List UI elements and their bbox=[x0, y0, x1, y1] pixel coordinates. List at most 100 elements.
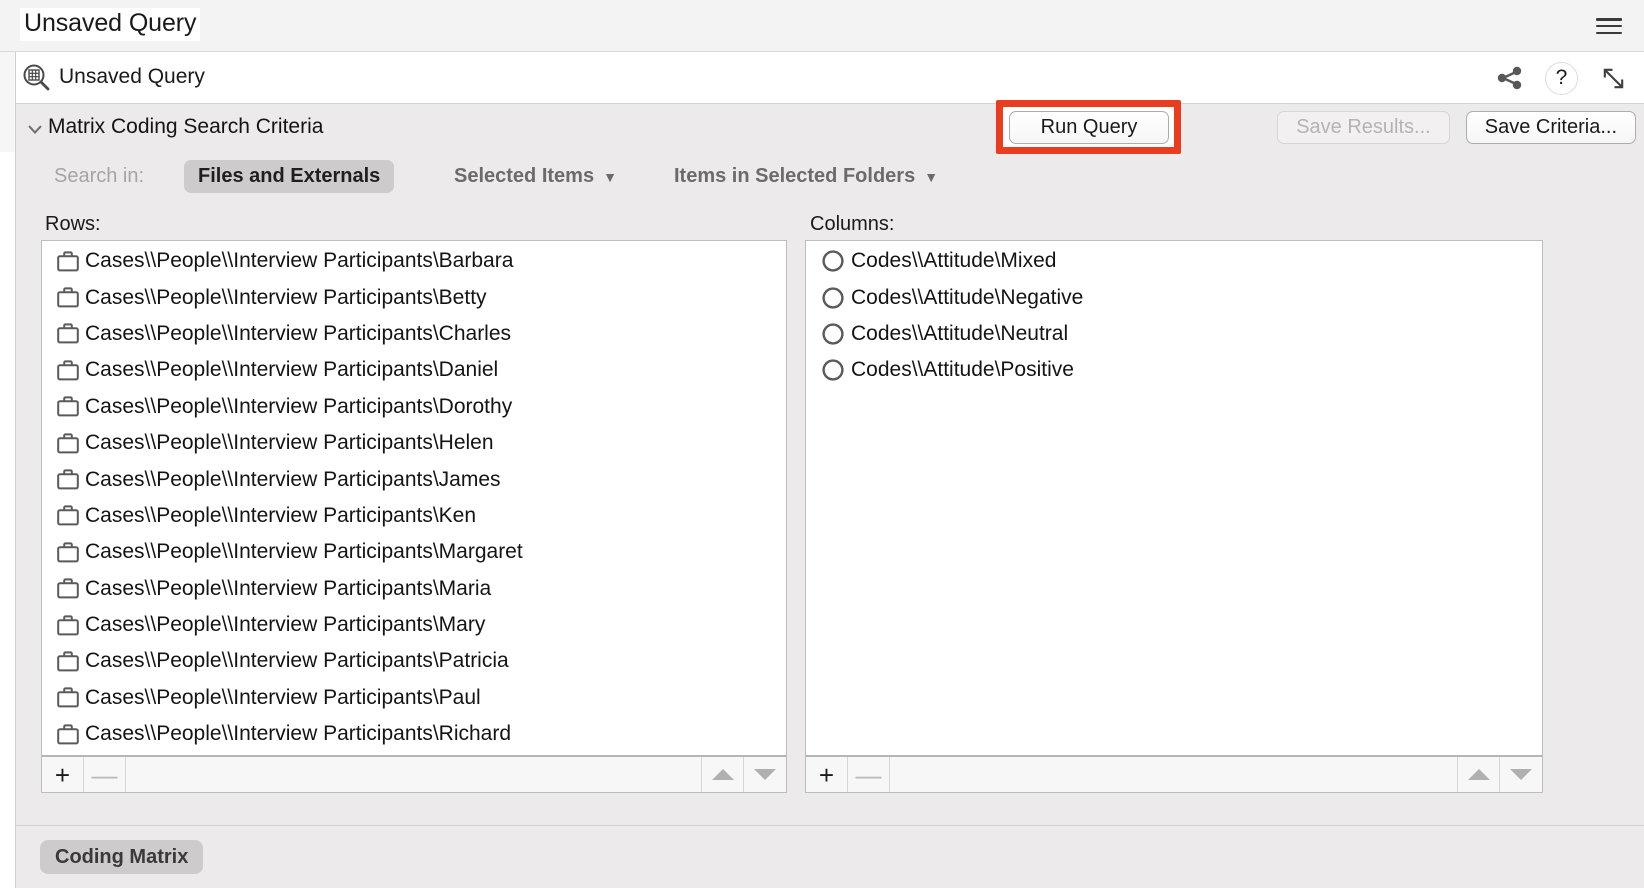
columns-move-up-button[interactable] bbox=[1458, 757, 1500, 792]
list-item[interactable]: Cases\\People\\Interview Participants\Ma… bbox=[42, 534, 786, 570]
search-scope-items-in-selected-folders[interactable]: Items in Selected Folders ▼ bbox=[660, 160, 952, 193]
search-in-row: Search in: Files and Externals Selected … bbox=[16, 158, 1644, 202]
case-icon bbox=[57, 360, 79, 381]
list-item[interactable]: Codes\\Attitude\Mixed bbox=[806, 243, 1542, 279]
triangle-down-icon bbox=[1510, 769, 1532, 780]
case-icon bbox=[57, 505, 79, 526]
columns-toolbar-spacer bbox=[890, 757, 1458, 792]
criteria-buttons: Save Results... Save Criteria... bbox=[1088, 111, 1636, 144]
case-icon bbox=[57, 251, 79, 272]
case-icon bbox=[57, 614, 79, 635]
run-query-button-wrapper: Run Query bbox=[1009, 111, 1169, 144]
document-header-actions: ? bbox=[1493, 61, 1630, 95]
search-in-label: Search in: bbox=[54, 165, 145, 187]
list-item-label: Cases\\People\\Interview Participants\He… bbox=[85, 431, 494, 455]
list-item[interactable]: Cases\\People\\Interview Participants\Ch… bbox=[42, 316, 786, 352]
search-scope-files-and-externals[interactable]: Files and Externals bbox=[184, 160, 395, 193]
list-item[interactable]: Cases\\People\\Interview Participants\Ma… bbox=[42, 607, 786, 643]
save-results-button[interactable]: Save Results... bbox=[1277, 111, 1450, 144]
case-icon bbox=[57, 687, 79, 708]
document-title: Unsaved Query bbox=[59, 65, 205, 88]
rows-list[interactable]: Cases\\People\\Interview Participants\Ba… bbox=[41, 240, 787, 758]
list-item-label: Cases\\People\\Interview Participants\Ch… bbox=[85, 321, 512, 345]
search-scope-selected-items[interactable]: Selected Items ▼ bbox=[440, 160, 631, 193]
search-scope-label: Files and Externals bbox=[198, 165, 381, 187]
list-item-label: Cases\\People\\Interview Participants\Ri… bbox=[85, 722, 512, 746]
list-item-label: Cases\\People\\Interview Participants\Ma… bbox=[85, 576, 492, 600]
list-item-label: Cases\\People\\Interview Participants\Ma… bbox=[85, 613, 486, 637]
case-icon bbox=[57, 433, 79, 454]
chevron-down-icon[interactable] bbox=[24, 118, 46, 140]
share-icon[interactable] bbox=[1493, 61, 1527, 95]
list-item-label: Codes\\Attitude\Positive bbox=[851, 358, 1074, 382]
columns-move-down-button[interactable] bbox=[1500, 757, 1542, 792]
list-item[interactable]: Codes\\Attitude\Neutral bbox=[806, 316, 1542, 352]
triangle-up-icon bbox=[1467, 769, 1490, 780]
rows-list-toolbar: + — bbox=[41, 755, 787, 793]
tab-label: Coding Matrix bbox=[55, 845, 189, 868]
query-window: Unsaved Query Unsaved Query ? Matrix Cod… bbox=[0, 0, 1644, 888]
case-icon bbox=[57, 469, 79, 490]
rows-toolbar-spacer bbox=[126, 757, 702, 792]
criteria-title: Matrix Coding Search Criteria bbox=[48, 115, 324, 138]
list-item-label: Cases\\People\\Interview Participants\Pa… bbox=[85, 685, 481, 709]
criteria-bar: Matrix Coding Search Criteria Save Resul… bbox=[16, 104, 1644, 154]
run-query-button[interactable]: Run Query bbox=[1009, 111, 1169, 144]
columns-remove-button[interactable]: — bbox=[848, 757, 890, 792]
list-item[interactable]: Cases\\People\\Interview Participants\Pa… bbox=[42, 680, 786, 716]
rows-remove-button[interactable]: — bbox=[84, 757, 126, 792]
save-criteria-button[interactable]: Save Criteria... bbox=[1465, 111, 1636, 144]
list-item[interactable]: Cases\\People\\Interview Participants\Ri… bbox=[42, 716, 786, 752]
list-item[interactable]: Codes\\Attitude\Negative bbox=[806, 279, 1542, 315]
list-item[interactable]: Cases\\People\\Interview Participants\Pa… bbox=[42, 643, 786, 679]
list-item-label: Cases\\People\\Interview Participants\Ja… bbox=[85, 467, 501, 491]
code-icon bbox=[822, 286, 844, 309]
list-item[interactable]: Cases\\People\\Interview Participants\Ma… bbox=[42, 571, 786, 607]
list-item[interactable]: Cases\\People\\Interview Participants\Ba… bbox=[42, 243, 786, 279]
list-item[interactable]: Cases\\People\\Interview Participants\Be… bbox=[42, 279, 786, 315]
list-item[interactable]: Cases\\People\\Interview Participants\Do… bbox=[42, 389, 786, 425]
list-item-label: Cases\\People\\Interview Participants\Ba… bbox=[85, 249, 514, 273]
search-scope-label: Items in Selected Folders bbox=[674, 165, 916, 187]
code-icon bbox=[822, 323, 844, 345]
adjacent-panel-edge-shade bbox=[0, 52, 15, 152]
list-item-label: Cases\\People\\Interview Participants\Ke… bbox=[85, 503, 477, 527]
list-item-label: Codes\\Attitude\Mixed bbox=[851, 249, 1057, 273]
bottom-tab-bar: Coding Matrix bbox=[16, 825, 1644, 888]
expand-icon[interactable] bbox=[1596, 61, 1630, 95]
rows-move-down-button[interactable] bbox=[744, 757, 786, 792]
window-title: Unsaved Query bbox=[20, 8, 201, 41]
chevron-down-icon: ▼ bbox=[924, 168, 939, 185]
columns-add-button[interactable]: + bbox=[806, 757, 848, 792]
columns-list-toolbar: + — bbox=[805, 755, 1543, 793]
rows-move-up-button[interactable] bbox=[702, 757, 744, 792]
list-item-label: Cases\\People\\Interview Participants\Do… bbox=[85, 394, 513, 418]
rows-label: Rows: bbox=[45, 213, 101, 235]
list-item-label: Codes\\Attitude\Neutral bbox=[851, 321, 1069, 345]
columns-list[interactable]: Codes\\Attitude\Mixed Codes\\Attitude\Neg… bbox=[805, 240, 1543, 758]
case-icon bbox=[57, 323, 79, 344]
chevron-down-icon: ▼ bbox=[603, 168, 617, 185]
list-item-label: Cases\\People\\Interview Participants\Pa… bbox=[85, 649, 509, 673]
case-icon bbox=[57, 578, 79, 599]
case-icon bbox=[57, 542, 79, 563]
case-icon bbox=[57, 651, 79, 672]
columns-label: Columns: bbox=[810, 213, 895, 235]
list-item[interactable]: Cases\\People\\Interview Participants\Da… bbox=[42, 352, 786, 388]
list-item-label: Codes\\Attitude\Negative bbox=[851, 285, 1084, 309]
list-item[interactable]: Cases\\People\\Interview Participants\He… bbox=[42, 425, 786, 461]
matrix-query-icon bbox=[21, 62, 53, 94]
list-item[interactable]: Cases\\People\\Interview Participants\Ke… bbox=[42, 498, 786, 534]
search-scope-label: Selected Items bbox=[454, 165, 595, 187]
rows-add-button[interactable]: + bbox=[42, 757, 84, 792]
help-icon[interactable]: ? bbox=[1545, 61, 1578, 95]
tab-coding-matrix[interactable]: Coding Matrix bbox=[40, 840, 204, 874]
list-item-label: Cases\\People\\Interview Participants\Da… bbox=[85, 358, 499, 382]
list-item[interactable]: Codes\\Attitude\Positive bbox=[806, 352, 1542, 388]
list-item[interactable]: Cases\\People\\Interview Participants\Ja… bbox=[42, 461, 786, 497]
case-icon bbox=[57, 287, 79, 308]
list-item-label: Cases\\People\\Interview Participants\Ma… bbox=[85, 540, 523, 564]
code-icon bbox=[822, 250, 844, 272]
hamburger-icon[interactable] bbox=[1596, 15, 1622, 37]
case-icon bbox=[57, 724, 79, 745]
